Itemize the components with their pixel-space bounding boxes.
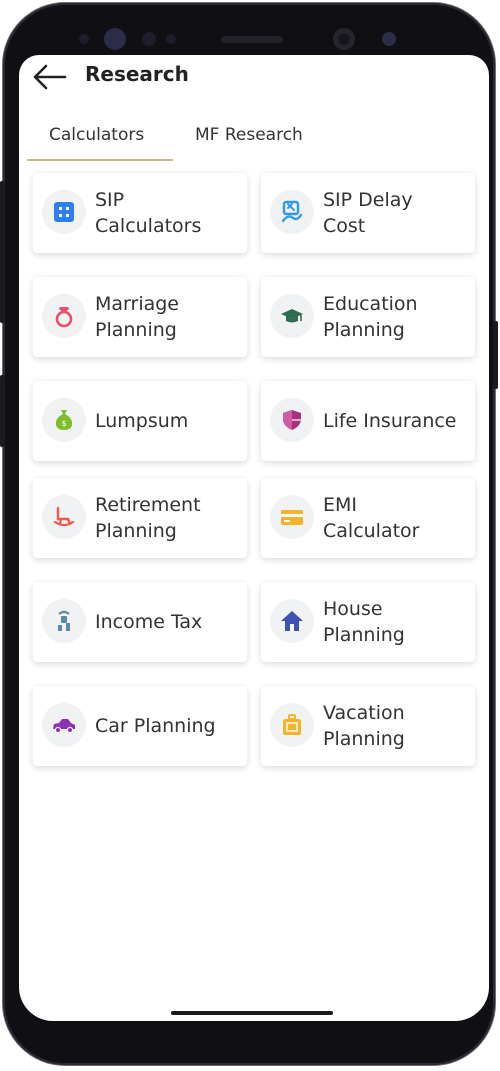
volume-button xyxy=(0,375,5,447)
card-emi-calculator[interactable]: EMI Calculator xyxy=(261,478,475,558)
back-button[interactable] xyxy=(31,63,67,91)
sip-delay-icon xyxy=(281,200,303,223)
income-tax-icon xyxy=(58,610,70,631)
card-lumpsum[interactable]: $ Lumpsum xyxy=(33,381,247,461)
icon-circle xyxy=(42,703,86,747)
icon-circle xyxy=(270,495,314,539)
icon-circle xyxy=(270,190,314,234)
icon-circle xyxy=(270,703,314,747)
card-sip-calculators[interactable]: SIP Calculators xyxy=(33,173,247,253)
suitcase-icon xyxy=(283,714,301,735)
card-label: Marriage Planning xyxy=(95,293,179,341)
active-tab-indicator xyxy=(27,159,173,161)
app-header: Research xyxy=(19,55,489,99)
icon-circle xyxy=(42,294,86,338)
card-house-planning[interactable]: House Planning xyxy=(261,582,475,662)
card-label: SIP Calculators xyxy=(95,189,202,237)
icon-circle xyxy=(270,599,314,643)
card-label: Income Tax xyxy=(95,611,203,633)
card-label: Vacation Planning xyxy=(323,702,405,750)
front-camera xyxy=(333,28,355,50)
icon-circle xyxy=(270,398,314,442)
card-education-planning[interactable]: Education Planning xyxy=(261,277,475,357)
grid-icon xyxy=(54,202,74,222)
card-label: Car Planning xyxy=(95,715,216,737)
card-marriage-planning[interactable]: Marriage Planning xyxy=(33,277,247,357)
icon-circle: $ xyxy=(42,398,86,442)
card-label: EMI Calculator xyxy=(323,494,420,542)
page-title: Research xyxy=(85,62,189,86)
credit-card-icon xyxy=(281,510,303,525)
house-icon xyxy=(281,611,303,631)
card-label: House Planning xyxy=(323,598,405,646)
svg-text:$: $ xyxy=(61,419,66,428)
sensor-dot xyxy=(166,34,176,44)
tab-calculators[interactable]: Calculators xyxy=(49,125,144,159)
card-vacation-planning[interactable]: Vacation Planning xyxy=(261,686,475,766)
card-label: Retirement Planning xyxy=(95,494,201,542)
power-button xyxy=(0,181,5,323)
tab-mf-research[interactable]: MF Research xyxy=(195,125,303,159)
phone-frame: Research Calculators MF Research SIP Cal… xyxy=(0,3,498,1065)
card-label: Education Planning xyxy=(323,293,418,341)
card-car-planning[interactable]: Car Planning xyxy=(33,686,247,766)
sensor-dot xyxy=(142,32,156,46)
money-bag-icon: $ xyxy=(55,410,73,430)
sensor-dot xyxy=(79,34,89,44)
bixby-button xyxy=(493,321,498,389)
graduation-cap-icon xyxy=(281,309,303,323)
shield-icon xyxy=(283,410,301,430)
card-label: Lumpsum xyxy=(95,410,189,432)
icon-circle xyxy=(42,599,86,643)
car-icon xyxy=(53,719,75,734)
sensor-dot xyxy=(382,32,396,46)
arrow-left-icon xyxy=(33,64,67,90)
card-retirement-planning[interactable]: Retirement Planning xyxy=(33,478,247,558)
earpiece-speaker xyxy=(221,36,283,43)
rocking-chair-icon xyxy=(53,506,75,527)
card-life-insurance[interactable]: Life Insurance xyxy=(261,381,475,461)
ring-icon xyxy=(55,307,73,328)
card-sip-delay-cost[interactable]: SIP Delay Cost xyxy=(261,173,475,253)
card-label: SIP Delay Cost xyxy=(323,189,413,237)
card-label: Life Insurance xyxy=(323,410,457,432)
home-indicator[interactable] xyxy=(171,1011,333,1015)
iris-sensor xyxy=(104,28,126,50)
icon-circle xyxy=(42,190,86,234)
tab-bar: Calculators MF Research xyxy=(19,121,489,161)
app-screen: Research Calculators MF Research SIP Cal… xyxy=(19,55,489,1021)
icon-circle xyxy=(42,495,86,539)
card-income-tax[interactable]: Income Tax xyxy=(33,582,247,662)
icon-circle xyxy=(270,294,314,338)
